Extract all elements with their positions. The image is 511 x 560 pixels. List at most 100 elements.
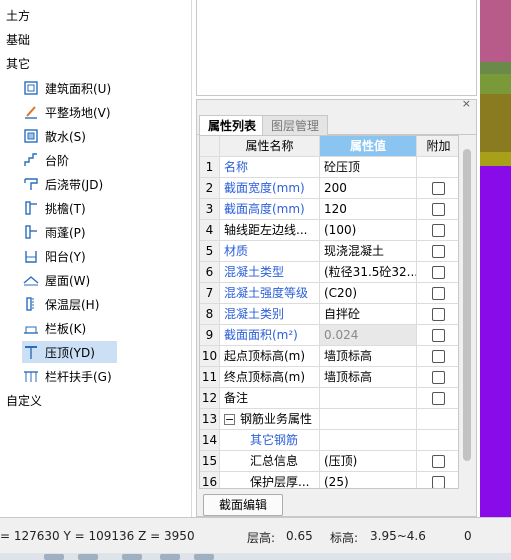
property-name-text: 混凝土类别 (224, 307, 285, 321)
property-row[interactable]: 1 名称 砼压顶 (200, 157, 458, 178)
tree-item-level-site[interactable]: 平整场地(V) (22, 101, 117, 123)
taskbar-app-icon[interactable] (44, 554, 64, 560)
tree-category-foundation[interactable]: 基础 (6, 30, 30, 50)
tab-layer-management[interactable]: 图层管理 (262, 115, 329, 135)
property-row[interactable]: 5 材质 现浇混凝土 (200, 241, 458, 262)
property-value[interactable]: (粒径31.5砼32.... (320, 262, 417, 282)
property-name: 备注 (220, 388, 320, 408)
property-value[interactable] (320, 430, 417, 450)
property-row[interactable]: 15 汇总信息 (压顶) (200, 451, 458, 472)
attach-checkbox[interactable] (432, 455, 445, 468)
scrollbar-thumb[interactable] (463, 149, 471, 461)
property-row[interactable]: 13− 钢筋业务属性 (200, 409, 458, 430)
property-row[interactable]: 9 截面面积(m²) 0.024 (200, 325, 458, 346)
property-value[interactable]: (C20) (320, 283, 417, 303)
property-value[interactable]: 自拌砼 (320, 304, 417, 324)
taskbar-app-icon[interactable] (78, 554, 98, 560)
attach-checkbox[interactable] (432, 224, 445, 237)
tree-item-post-cast-strip[interactable]: 后浇带(JD) (22, 173, 117, 195)
tree-item-label: 栏杆扶手(G) (45, 369, 112, 384)
property-value[interactable] (320, 388, 417, 408)
tree-item-canopy[interactable]: 雨蓬(P) (22, 221, 117, 243)
property-value[interactable]: (100) (320, 220, 417, 240)
property-row[interactable]: 3 截面高度(mm) 120 (200, 199, 458, 220)
attach-cell (417, 262, 458, 282)
property-value[interactable] (320, 409, 417, 429)
property-value[interactable]: 200 (320, 178, 417, 198)
taskbar-app-icon[interactable] (122, 554, 142, 560)
attach-checkbox[interactable] (432, 392, 445, 405)
tree-item-steps[interactable]: 台阶 (22, 149, 117, 171)
property-row[interactable]: 6 混凝土类型 (粒径31.5砼32.... (200, 262, 458, 283)
attach-checkbox[interactable] (432, 266, 445, 279)
taskbar-app-icon[interactable] (160, 554, 180, 560)
attach-checkbox[interactable] (432, 476, 445, 488)
property-name: 其它钢筋 (220, 430, 320, 450)
property-row[interactable]: 4 轴线距左边线... (100) (200, 220, 458, 241)
property-name-text: 备注 (224, 391, 249, 405)
tree-item-label: 平整场地(V) (45, 105, 111, 120)
row-index: 10 (200, 346, 220, 366)
attach-checkbox[interactable] (432, 182, 445, 195)
tree-category-earthwork[interactable]: 土方 (6, 6, 30, 26)
property-row[interactable]: 10 起点顶标高(m) 墙顶标高 (200, 346, 458, 367)
property-value[interactable]: 砼压顶 (320, 157, 417, 177)
property-row[interactable]: 14 其它钢筋 (200, 430, 458, 451)
attach-checkbox[interactable] (432, 245, 445, 258)
property-row[interactable]: 8 混凝土类别 自拌砼 (200, 304, 458, 325)
property-name: 混凝土类别 (220, 304, 320, 324)
close-icon[interactable]: × (462, 97, 471, 110)
section-edit-button[interactable]: 截面编辑 (203, 494, 283, 516)
property-name: 汇总信息 (220, 451, 320, 471)
attach-checkbox[interactable] (432, 350, 445, 363)
post-cast-strip-icon (22, 175, 40, 193)
property-value[interactable]: 墙顶标高 (320, 346, 417, 366)
row-index: 15 (200, 451, 220, 471)
tree-item-label: 后浇带(JD) (45, 177, 104, 192)
attach-checkbox[interactable] (432, 287, 445, 300)
attach-checkbox[interactable] (432, 329, 445, 342)
grid-scrollbar[interactable] (460, 135, 474, 489)
attach-checkbox[interactable] (432, 308, 445, 321)
tree-item-coping[interactable]: 压顶(YD) (22, 341, 117, 363)
canopy-icon (22, 223, 40, 241)
drawing-viewport[interactable] (480, 0, 511, 517)
tree-category-custom[interactable]: 自定义 (6, 391, 42, 411)
header-attach: 附加 (417, 136, 458, 156)
tree-item-balcony[interactable]: 阳台(Y) (22, 245, 117, 267)
tab-property-list[interactable]: 属性列表 (199, 115, 266, 135)
taskbar-app-icon[interactable] (194, 554, 214, 560)
property-row[interactable]: 12 备注 (200, 388, 458, 409)
header-index (200, 136, 220, 156)
property-row[interactable]: 11 终点顶标高(m) 墙顶标高 (200, 367, 458, 388)
tree-item-eave[interactable]: 挑檐(T) (22, 197, 117, 219)
row-index: 2 (200, 178, 220, 198)
attach-cell (417, 409, 458, 429)
attach-cell (417, 346, 458, 366)
tree-item-apron[interactable]: 散水(S) (22, 125, 117, 147)
property-row[interactable]: 7 混凝土强度等级 (C20) (200, 283, 458, 304)
property-name: 终点顶标高(m) (220, 367, 320, 387)
tree-item-building-area[interactable]: 建筑面积(U) (22, 77, 117, 99)
property-value[interactable]: 现浇混凝土 (320, 241, 417, 261)
tree-item-roof[interactable]: 屋面(W) (22, 269, 117, 291)
property-value[interactable]: 墙顶标高 (320, 367, 417, 387)
property-row[interactable]: 16 保护层厚... (25) (200, 472, 458, 488)
tree-item-railing[interactable]: 栏杆扶手(G) (22, 365, 117, 387)
attach-cell (417, 430, 458, 450)
tree-item-parapet[interactable]: 栏板(K) (22, 317, 117, 339)
property-value[interactable]: (压顶) (320, 451, 417, 471)
property-value[interactable]: (25) (320, 472, 417, 488)
attach-cell (417, 283, 458, 303)
collapse-icon[interactable]: − (224, 414, 235, 425)
tree-item-label: 雨蓬(P) (45, 225, 86, 240)
property-row[interactable]: 2 截面宽度(mm) 200 (200, 178, 458, 199)
row-index: 12 (200, 388, 220, 408)
property-value[interactable]: 120 (320, 199, 417, 219)
tree-item-insulation[interactable]: 保温层(H) (22, 293, 117, 315)
attach-checkbox[interactable] (432, 371, 445, 384)
attach-cell (417, 220, 458, 240)
tree-category-other[interactable]: 其它 (6, 54, 30, 74)
row-index: 4 (200, 220, 220, 240)
attach-checkbox[interactable] (432, 203, 445, 216)
